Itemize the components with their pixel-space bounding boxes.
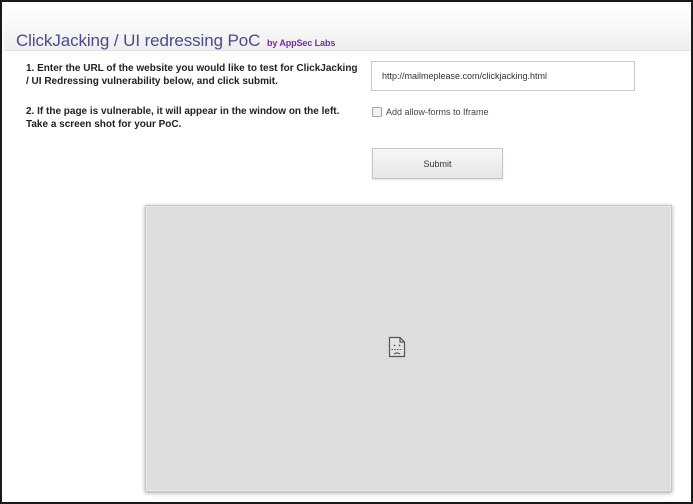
page-byline: by AppSec Labs [266, 38, 336, 48]
allow-forms-label[interactable]: Add allow-forms to Iframe [386, 107, 489, 117]
page-title: ClickJacking / UI redressing PoC by AppS… [16, 31, 335, 51]
page-header: ClickJacking / UI redressing PoC by AppS… [4, 4, 691, 51]
page-title-text: ClickJacking / UI redressing PoC [16, 31, 261, 50]
test-iframe[interactable] [145, 205, 672, 492]
instruction-step-1: 1. Enter the URL of the website you woul… [26, 63, 358, 87]
instruction-step-2: 2. If the page is vulnerable, it will ap… [26, 106, 340, 130]
allow-forms-checkbox[interactable] [372, 107, 382, 117]
broken-page-icon [388, 336, 406, 358]
allow-forms-option[interactable]: Add allow-forms to Iframe [372, 106, 489, 118]
page-frame: ClickJacking / UI redressing PoC by AppS… [0, 0, 693, 504]
submit-button[interactable]: Submit [372, 148, 503, 179]
url-input[interactable] [371, 61, 635, 91]
